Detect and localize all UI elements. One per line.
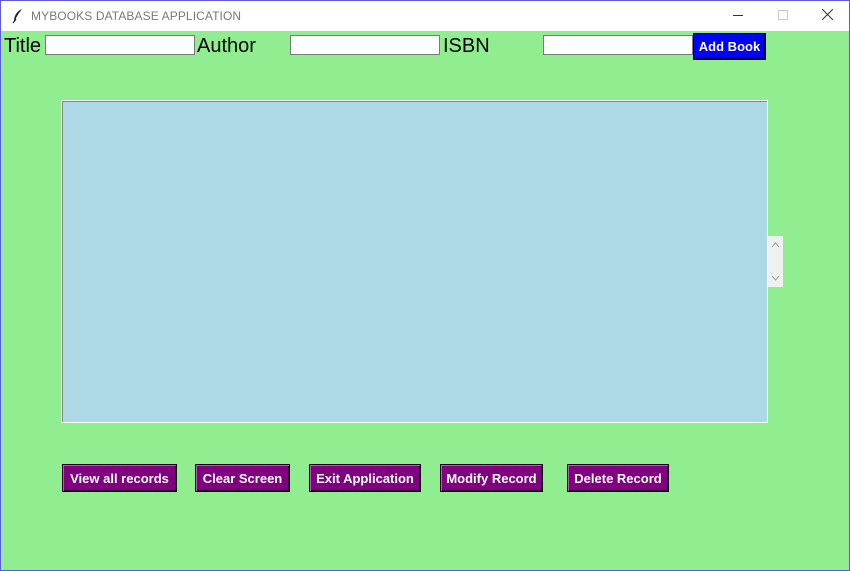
listbox-scrollbar[interactable] [768, 236, 783, 287]
close-icon [821, 7, 833, 25]
view-all-records-button[interactable]: View all records [62, 464, 177, 492]
scroll-down-icon[interactable] [768, 270, 783, 285]
main-panel: Title Author ISBN Add Book View all reco… [1, 31, 849, 570]
records-listbox[interactable] [61, 100, 768, 423]
add-book-button[interactable]: Add Book [693, 33, 766, 60]
author-input[interactable] [290, 35, 440, 55]
minimize-icon [733, 7, 743, 25]
delete-record-button[interactable]: Delete Record [567, 464, 669, 492]
isbn-input[interactable] [543, 35, 693, 55]
maximize-icon [778, 7, 788, 25]
app-window: MYBOOKS DATABASE APPLICATION Title Autho… [0, 0, 850, 571]
author-label: Author [197, 35, 256, 57]
close-button[interactable] [804, 1, 849, 31]
isbn-label: ISBN [443, 35, 490, 57]
title-label: Title [4, 35, 42, 57]
window-title: MYBOOKS DATABASE APPLICATION [31, 9, 242, 23]
maximize-button[interactable] [760, 1, 806, 31]
exit-application-button[interactable]: Exit Application [309, 464, 421, 492]
title-input[interactable] [45, 35, 195, 55]
scroll-up-icon[interactable] [768, 237, 783, 252]
feather-icon [11, 8, 25, 24]
minimize-button[interactable] [715, 1, 761, 31]
clear-screen-button[interactable]: Clear Screen [195, 464, 290, 492]
modify-record-button[interactable]: Modify Record [440, 464, 543, 492]
title-bar[interactable]: MYBOOKS DATABASE APPLICATION [1, 1, 849, 31]
